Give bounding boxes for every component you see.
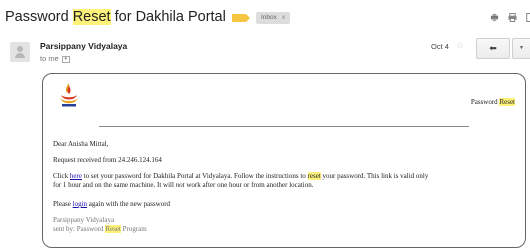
email-body-card: Password Reset Dear Anisha Mittal, Reque… (42, 73, 526, 248)
avatar (10, 42, 30, 62)
star-icon[interactable]: ☆ (456, 40, 464, 51)
reset-link[interactable]: here (70, 172, 82, 180)
login-instruction-text: Please login again with the new password (53, 200, 171, 208)
open-in-new-window-icon[interactable] (524, 13, 530, 23)
inbox-label-chip[interactable]: Inbox x (256, 12, 291, 24)
recipient-line[interactable]: to me ▾ (40, 54, 70, 63)
sender-name[interactable]: Parsippany Vidyalaya (40, 41, 127, 51)
header-divider (99, 126, 469, 127)
email-subject: Password Reset for Dakhila Portal (5, 9, 226, 25)
signature-name: Parsippany Vidyalaya (53, 216, 115, 224)
printer-icon[interactable] (507, 13, 517, 23)
chevron-down-icon[interactable]: ▾ (61, 55, 70, 63)
more-actions-button[interactable]: ▼ (512, 38, 530, 59)
request-info-text: Request received from 24.246.124.164 (53, 156, 162, 164)
email-header-title: Password Reset (470, 98, 515, 106)
print-icon[interactable] (489, 13, 499, 23)
school-logo-icon (57, 82, 81, 108)
greeting-text: Dear Anisha Mittal, (53, 140, 109, 148)
signature-sent-by: sent by: Password Reset Program (53, 225, 147, 233)
instructions-line-1: Click here to set your password for Dakh… (53, 172, 429, 180)
message-date: Oct 4 (431, 42, 449, 51)
reply-button[interactable]: ⬅ (476, 38, 510, 59)
instructions-line-2: for 1 hour and on the same machine. It w… (53, 181, 314, 189)
subject-row: Password Reset for Dakhila Portal Inbox x (0, 0, 530, 36)
remove-label-icon[interactable]: x (282, 14, 285, 21)
label-tag-icon[interactable] (232, 14, 250, 22)
login-link[interactable]: login (73, 200, 87, 208)
